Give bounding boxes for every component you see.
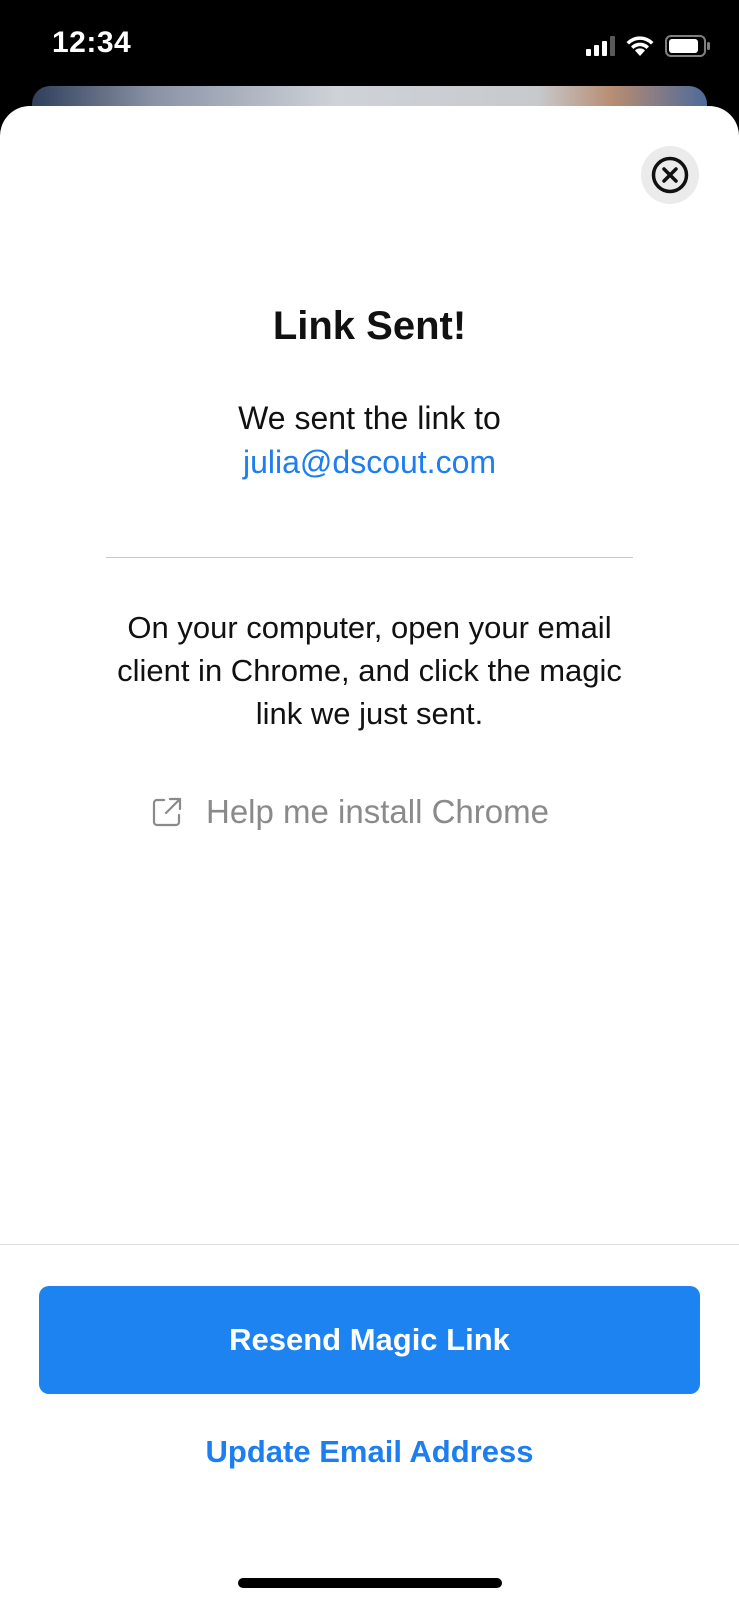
close-button[interactable] (641, 146, 699, 204)
page-title: Link Sent! (272, 304, 467, 348)
sent-to-message: We sent the link to julia@dscout.com (0, 396, 739, 484)
email-address: julia@dscout.com (242, 444, 497, 480)
screen: 12:34 Link Sent! We sent the link to jul… (0, 0, 739, 1600)
status-time: 12:34 (52, 26, 132, 59)
footer-divider (0, 1244, 739, 1245)
resend-magic-link-button[interactable]: Resend Magic Link (39, 1286, 700, 1394)
divider (106, 557, 633, 558)
instructions-text: On your computer, open your email client… (117, 610, 622, 731)
battery-icon (665, 35, 710, 57)
close-icon (651, 156, 689, 194)
update-email-address-button[interactable]: Update Email Address (0, 1434, 739, 1470)
cellular-signal-icon (586, 36, 615, 56)
external-link-icon (152, 797, 182, 827)
sent-to-text: We sent the link to (238, 400, 501, 436)
status-bar: 12:34 (0, 0, 739, 90)
help-install-chrome-link[interactable]: Help me install Chrome (150, 788, 549, 836)
link-sent-sheet: Link Sent! We sent the link to julia@dsc… (0, 106, 739, 1600)
wifi-icon (626, 36, 654, 56)
home-indicator (238, 1578, 502, 1588)
help-link-label: Help me install Chrome (206, 793, 549, 830)
status-icons (586, 33, 711, 59)
